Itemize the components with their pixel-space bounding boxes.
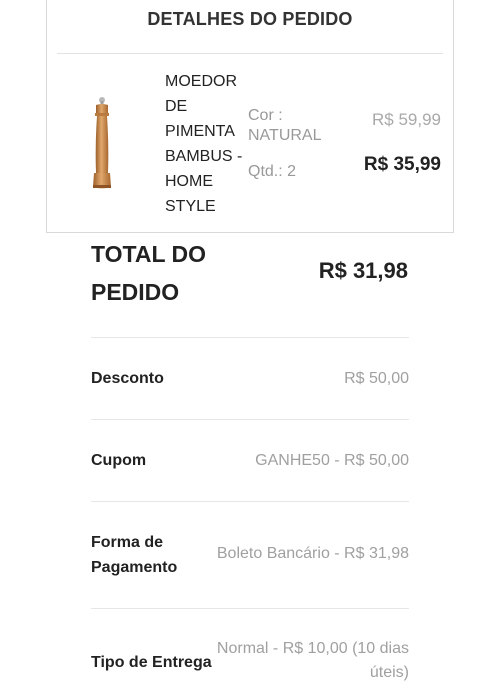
product-color-label: Cor : [248, 107, 283, 124]
pepper-grinder-icon[interactable] [87, 95, 117, 195]
product-name[interactable]: MOEDOR DE PIMENTA BAMBUS - HOME STYLE [165, 69, 245, 219]
product-price: R$ 35,99 [363, 154, 441, 175]
card-divider [57, 53, 443, 54]
order-total-label: TOTAL DO PEDIDO [91, 241, 206, 305]
payment-method-value: Boleto Bancário - R$ 31,98 [216, 545, 409, 562]
row-divider [91, 337, 409, 338]
order-details-title: DETALHES DO PEDIDO [147, 9, 353, 29]
row-divider [91, 419, 409, 420]
discount-value: R$ 50,00 [344, 370, 409, 387]
order-details-card: DETALHES DO PEDIDO MOEDOR DE PIMENTA BAM… [46, 0, 454, 233]
product-color-value: NATURAL [248, 127, 322, 144]
payment-method-label: Forma de Pagamento [91, 534, 178, 576]
row-divider [91, 608, 409, 609]
product-original-price: R$ 59,99 [372, 110, 441, 129]
order-total-value: R$ 31,98 [318, 258, 408, 283]
row-divider [91, 501, 409, 502]
discount-label: Desconto [91, 370, 164, 387]
coupon-label: Cupom [91, 452, 147, 469]
delivery-type-value: Normal - R$ 10,00 (10 dias úteis) [216, 640, 409, 681]
coupon-value: GANHE50 - R$ 50,00 [255, 452, 409, 469]
delivery-type-label: Tipo de Entrega [91, 654, 212, 671]
product-quantity: Qtd.: 2 [248, 163, 297, 180]
